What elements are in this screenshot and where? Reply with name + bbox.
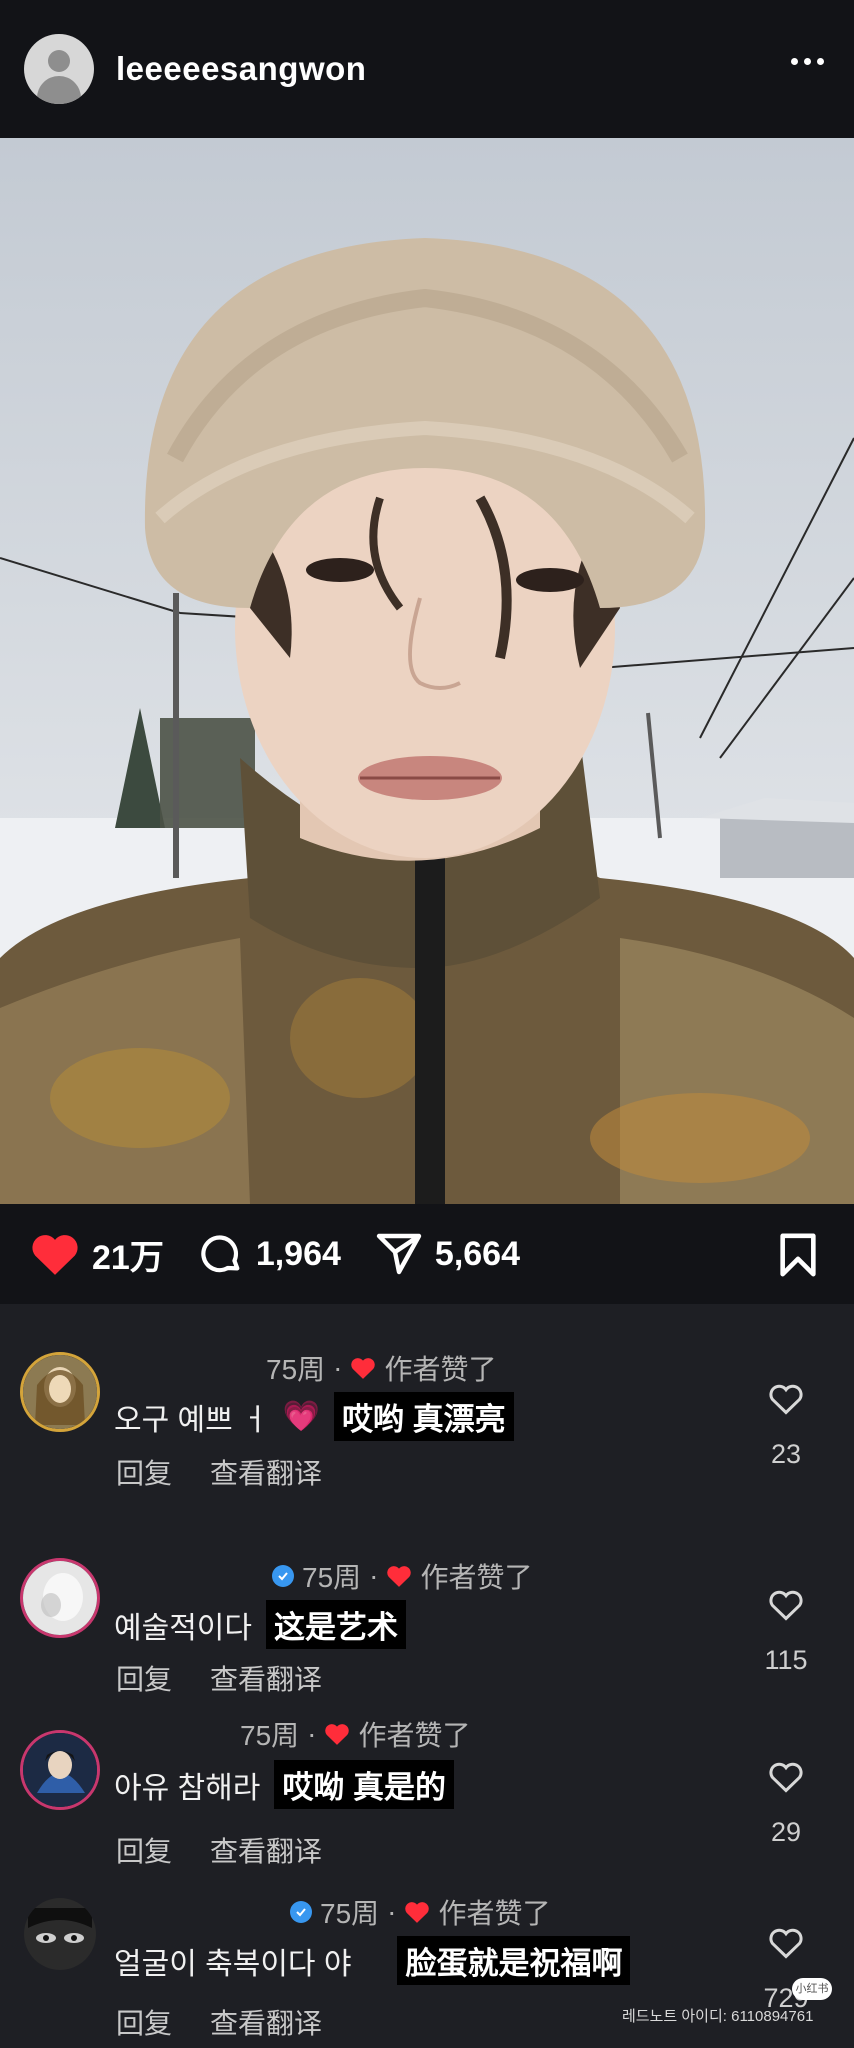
comment-meta: 75周 · 作者赞了: [272, 1556, 533, 1596]
comment-actions: 回复 查看翻译: [116, 1452, 322, 1492]
avatar[interactable]: [24, 1898, 96, 1970]
photo-illustration: [0, 238, 854, 1204]
comment-text: 예술적이다 这是艺术: [114, 1600, 406, 1649]
comment-meta: 75周 · 作者赞了: [290, 1892, 551, 1932]
comment-time: 75周: [240, 1720, 300, 1751]
username[interactable]: leeeeesangwon: [116, 50, 366, 88]
translate-button[interactable]: 查看翻译: [210, 1452, 322, 1492]
heart-outline-icon: [769, 1928, 803, 1959]
reply-button[interactable]: 回复: [116, 1830, 172, 1870]
heart-filled-icon: [351, 1358, 376, 1379]
comment-like-count: 115: [764, 1645, 808, 1675]
comment-like-button[interactable]: 115: [756, 1588, 816, 1676]
watermark-text: 레드노트 아이디: 6110894761: [622, 2008, 814, 2025]
heart-outline-icon: [769, 1384, 803, 1415]
reply-button[interactable]: 回复: [116, 1658, 172, 1698]
heart-filled-icon: [387, 1566, 412, 1587]
comment-time: 75周: [320, 1898, 380, 1929]
share-count: 5,664: [434, 1234, 521, 1273]
avatar[interactable]: [20, 1558, 100, 1638]
comment-like-button[interactable]: 23: [756, 1382, 816, 1470]
author-liked-label: 作者赞了: [438, 1898, 551, 1929]
watermark-badge: 小红书: [792, 1978, 832, 2000]
comment-actions: 回复 查看翻译: [116, 2002, 322, 2042]
reply-button[interactable]: 回复: [116, 2002, 172, 2042]
author-liked-label: 作者赞了: [420, 1562, 533, 1593]
share-icon: [376, 1233, 422, 1275]
reply-button[interactable]: 回复: [116, 1452, 172, 1492]
post-photo[interactable]: [0, 138, 854, 1204]
comment-actions: 回复 查看翻译: [116, 1830, 322, 1870]
comment-body: 오구 예쁘 ㅓ: [114, 1403, 269, 1437]
share-button[interactable]: 5,664: [375, 1232, 520, 1276]
comment-actions: 回复 查看翻译: [116, 1658, 322, 1698]
comment-body: 아유 참해라: [114, 1771, 261, 1805]
avatar[interactable]: [20, 1352, 100, 1432]
verified-icon: [290, 1901, 312, 1923]
heart-filled-icon: [32, 1235, 78, 1275]
bookmark-button[interactable]: [778, 1232, 818, 1283]
translation-caption: 脸蛋就是祝福啊: [397, 1936, 631, 1985]
comment-body: 얼굴이 축복이다 야: [114, 1947, 352, 1981]
heart-emoji: 💗: [282, 1400, 321, 1433]
comments-list: 75周 · 作者赞了 오구 예쁘 ㅓ 💗 哎哟 真漂亮 回复 查看翻译 23 7…: [0, 1304, 854, 2048]
comment-text: 얼굴이 축복이다 야 脸蛋就是祝福啊: [114, 1936, 631, 1985]
like-button[interactable]: 21万: [30, 1230, 164, 1279]
translation-caption: 哎呦 真是的: [274, 1760, 454, 1809]
comment-text: 오구 예쁘 ㅓ 💗 哎哟 真漂亮: [114, 1392, 514, 1441]
heart-outline-icon: [769, 1590, 803, 1621]
post-header: leeeeesangwon: [0, 0, 854, 138]
author-liked-label: 作者赞了: [358, 1720, 471, 1751]
comment-body: 예술적이다: [114, 1611, 252, 1645]
comment-icon: [201, 1235, 240, 1273]
comment-meta: 75周 · 作者赞了: [266, 1348, 497, 1388]
comment-button[interactable]: 1,964: [198, 1231, 341, 1277]
action-bar: 21万 1,964 5,664: [0, 1204, 854, 1304]
author-liked-label: 作者赞了: [384, 1354, 497, 1385]
comment-like-count: 29: [770, 1817, 802, 1847]
comment-time: 75周: [266, 1354, 326, 1385]
verified-icon: [272, 1565, 294, 1587]
translate-button[interactable]: 查看翻译: [210, 2002, 322, 2042]
translation-caption: 哎哟 真漂亮: [334, 1392, 514, 1441]
translate-button[interactable]: 查看翻译: [210, 1830, 322, 1870]
comment-like-button[interactable]: 29: [756, 1760, 816, 1848]
bookmark-icon: [780, 1233, 816, 1277]
heart-filled-icon: [325, 1724, 350, 1745]
heart-filled-icon: [405, 1902, 430, 1923]
comment-like-button[interactable]: 729: [756, 1926, 816, 2014]
translate-button[interactable]: 查看翻译: [210, 1658, 322, 1698]
comment-text: 아유 참해라 哎呦 真是的: [114, 1760, 454, 1809]
comment-meta: 75周 · 作者赞了: [240, 1714, 471, 1754]
ellipsis-icon[interactable]: [791, 58, 824, 65]
translation-caption: 这是艺术: [266, 1600, 406, 1649]
avatar[interactable]: [20, 1730, 100, 1810]
comment-count: 1,964: [255, 1234, 341, 1273]
comment-time: 75周: [302, 1562, 362, 1593]
comment-like-count: 23: [770, 1439, 802, 1469]
heart-outline-icon: [769, 1762, 803, 1793]
like-count: 21万: [92, 1238, 164, 1277]
profile-avatar[interactable]: [24, 34, 94, 104]
